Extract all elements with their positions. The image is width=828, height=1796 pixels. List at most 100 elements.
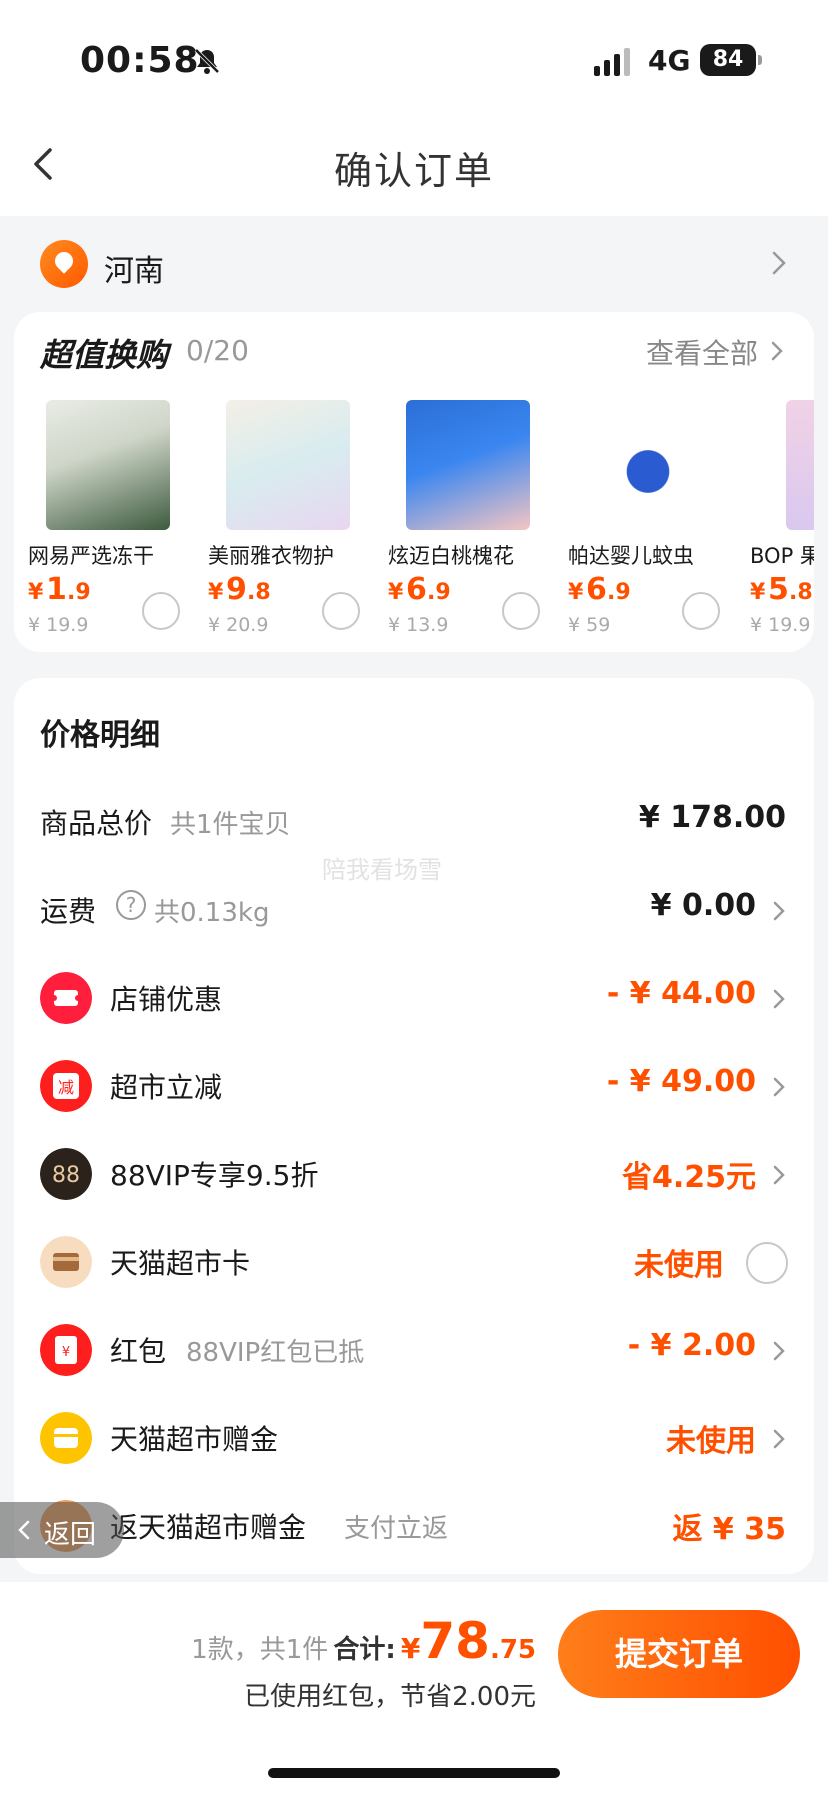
price-row-store-discount[interactable]: 店铺优惠 - ¥ 44.00 [14,958,814,1038]
row-value: - ¥ 2.00 [627,1328,756,1363]
chevron-left-icon [18,1520,30,1540]
status-bar: 00:58 4G 84 [0,0,828,110]
coupon-icon [40,972,92,1024]
product-yen: ¥ [388,580,404,605]
view-all-link[interactable]: 查看全部 [646,332,758,372]
total-dec: .75 [489,1635,536,1665]
product-name: 网易严选冻干 [28,544,154,568]
row-value: ¥ 0.00 [650,888,756,923]
battery-icon: 84 [700,44,762,76]
row-value: - ¥ 49.00 [606,1064,756,1099]
network-label: 4G [648,44,691,77]
product-yen: ¥ [208,580,224,605]
bell-muted-icon [194,48,220,74]
row-sub: 支付立返 [344,1514,449,1544]
row-value: ¥ 178.00 [638,800,786,835]
back-pill-button[interactable]: 返回 [0,1502,124,1558]
chevron-right-icon [773,989,785,1009]
product-image-mosquito [586,400,710,530]
section-title: 价格明细 [40,718,160,753]
row-label: 商品总价 [40,807,153,840]
product-price-int: 9 [226,572,247,607]
price-row-tmall-bonus[interactable]: 天猫超市赠金 未使用 [14,1398,814,1478]
location-pin-icon [40,240,88,288]
chevron-right-icon [771,341,783,361]
price-row-tmall-card[interactable]: 天猫超市卡 未使用 [14,1222,814,1302]
chevron-right-icon [773,1077,785,1097]
address-row[interactable]: 河南 [0,216,828,312]
watermark-text: 陪我看场雪 [322,856,442,884]
row-label: 店铺优惠 [110,983,223,1016]
back-pill-label: 返回 [44,1520,97,1550]
price-row-supermarket-reduction[interactable]: 减 超市立减 - ¥ 49.00 [14,1046,814,1126]
row-sub: 88VIP红包已抵 [186,1338,365,1368]
product-select-radio[interactable] [682,592,720,630]
reduction-icon: 减 [40,1060,92,1112]
exchange-product[interactable]: BOP 果 ¥ 5 .8 ¥ 19.9 [750,400,814,640]
item-count: 1款，共1件 [191,1635,329,1665]
page-title: 确认订单 [333,149,494,193]
product-image-laundry [226,400,350,530]
product-select-radio[interactable] [502,592,540,630]
question-icon[interactable]: ? [116,890,146,920]
row-label: 超市立减 [110,1071,223,1104]
row-value: - ¥ 44.00 [606,976,756,1011]
product-price-int: 6 [586,572,607,607]
row-label: 运费 [40,895,97,928]
submit-order-button[interactable]: 提交订单 [558,1610,800,1698]
exchange-product[interactable]: 美丽雅衣物护 ¥ 9 .8 ¥ 20.9 [208,400,378,640]
nav-bar: 确认订单 [0,110,828,216]
chevron-right-icon [772,251,786,275]
exchange-product[interactable]: 帕达婴儿蚊虫 ¥ 6 .9 ¥ 59 [568,400,738,640]
address-text: 河南 [104,254,164,289]
row-value: 返 ¥ 35 [672,1512,786,1547]
exchange-card: 超值换购 0/20 查看全部 网易严选冻干 ¥ 1 .9 ¥ 19.9 美丽雅衣… [14,312,814,652]
price-row-cashback: 返天猫超市赠金 支付立返 返 ¥ 35 [14,1486,814,1566]
chevron-right-icon [773,1341,785,1361]
price-row-red-packet[interactable]: ¥ 红包 88VIP红包已抵 - ¥ 2.00 [14,1310,814,1390]
tmall-card-radio[interactable] [746,1242,788,1284]
product-image-bop [786,400,814,530]
row-sub: 共0.13kg [154,898,270,928]
exchange-title: 超值换购 [40,336,169,374]
product-price-int: 1 [46,572,67,607]
home-indicator[interactable] [268,1768,560,1778]
product-yen: ¥ [750,580,766,605]
product-price-dec: .9 [427,580,451,605]
reduction-icon-text: 减 [58,1078,74,1097]
row-label: 天猫超市赠金 [110,1423,279,1456]
row-value: 省4.25元 [621,1160,756,1195]
total-int: 78 [420,1612,490,1670]
product-price-int: 5 [768,572,789,607]
row-label: 返天猫超市赠金 [110,1511,307,1544]
product-price-dec: .8 [789,580,813,605]
row-sub: 共1件宝贝 [170,810,291,840]
product-name: 帕达婴儿蚊虫 [568,544,694,568]
product-orig-price: ¥ 19.9 [28,614,89,636]
vip-88-icon: 88 [40,1148,92,1200]
chevron-right-icon [773,1165,785,1185]
red-packet-icon-text: ¥ [62,1345,70,1360]
chevron-right-icon [773,1429,785,1449]
row-label: 天猫超市卡 [110,1247,251,1280]
price-row-88vip[interactable]: 88 88VIP专享9.5折 省4.25元 [14,1134,814,1214]
row-label: 红包 [110,1335,167,1368]
product-name: 美丽雅衣物护 [208,544,334,568]
status-time: 00:58 [80,40,200,81]
exchange-product[interactable]: 炫迈白桃槐花 ¥ 6 .9 ¥ 13.9 [388,400,558,640]
signal-icon [594,48,630,76]
order-summary: 1款，共1件 合计: ¥78.75 [191,1612,536,1670]
product-image-cat-food [46,400,170,530]
product-price-dec: .9 [607,580,631,605]
product-price-dec: .9 [67,580,91,605]
vip-88-icon-text: 88 [52,1163,80,1188]
checkout-footer: 1款，共1件 合计: ¥78.75 已使用红包，节省2.00元 提交订单 [0,1582,828,1796]
price-detail-card: 价格明细 商品总价 共1件宝贝 ¥ 178.00 运费 ? 共0.13kg ¥ … [14,678,814,1574]
product-select-radio[interactable] [322,592,360,630]
exchange-product[interactable]: 网易严选冻干 ¥ 1 .9 ¥ 19.9 [28,400,198,640]
product-orig-price: ¥ 19.9 [750,614,811,636]
saved-note: 已使用红包，节省2.00元 [244,1682,536,1712]
product-select-radio[interactable] [142,592,180,630]
product-price-dec: .8 [247,580,271,605]
card-icon [40,1236,92,1288]
